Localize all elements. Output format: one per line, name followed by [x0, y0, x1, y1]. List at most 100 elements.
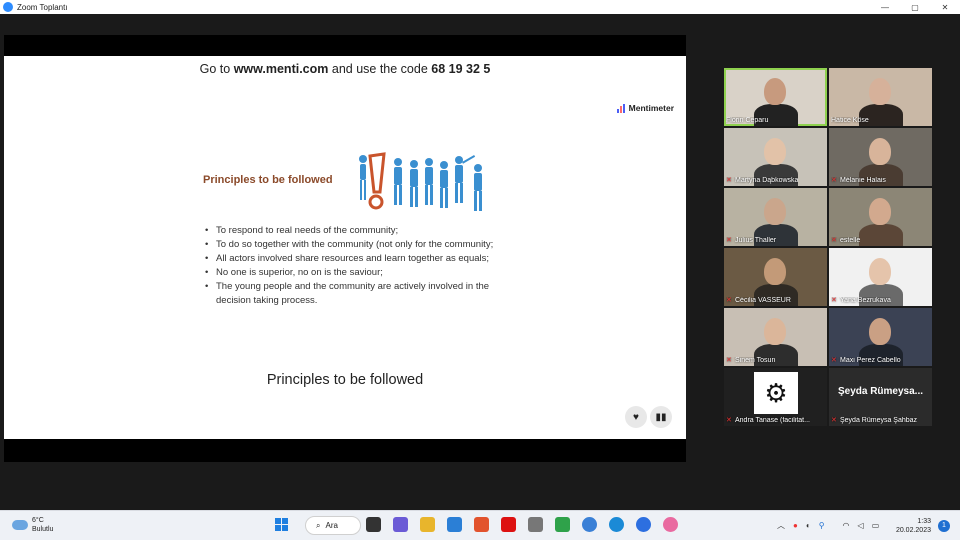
taskbar-app-icon[interactable] [555, 517, 570, 532]
menti-site: www.menti.com [233, 62, 329, 76]
participant-tile[interactable]: ✕ Mélanie Halais [829, 128, 932, 186]
speaker-icon[interactable]: ◁ [858, 521, 864, 530]
muted-mic-icon: ✕ [831, 237, 837, 244]
start-button[interactable] [275, 518, 289, 532]
participant-name-label: ✕ Sinem Tosun [726, 357, 775, 364]
participant-video [859, 224, 903, 246]
participant-tile[interactable]: Şeyda Rümeysa... ✕ Şeyda Rümeysa Şahbaz [829, 368, 932, 426]
participant-face [869, 258, 891, 285]
search-icon: ⌕ [316, 520, 321, 530]
menti-code-line: Go to www.menti.com and use the code 68 … [4, 62, 686, 76]
gear-icon: ⚙ [754, 372, 798, 414]
weather-desc: Bulutlu [32, 526, 54, 533]
participant-face [869, 198, 891, 225]
participant-tile[interactable]: ✕ Cécilia VASSEUR [724, 248, 827, 306]
minimize-button[interactable]: — [870, 0, 900, 14]
wifi-icon[interactable]: ◠ [843, 521, 850, 530]
participant-tile[interactable]: ✕ Martyna Dąbkowska [724, 128, 827, 186]
participant-tile[interactable]: ✕ Sinem Tosun [724, 308, 827, 366]
participant-name: Julius Thaller [735, 237, 777, 244]
participant-face [764, 78, 786, 105]
participant-tile[interactable]: ⚙ ✕ Andra Tanase (facilitat... [724, 368, 827, 426]
participant-name-label: ✕ estelle [831, 237, 860, 244]
weather-widget[interactable]: 6°C Bulutlu [12, 516, 53, 534]
participant-name-label: ✕ Cécilia VASSEUR [726, 297, 791, 304]
participant-name: Hatice Köse [831, 117, 869, 124]
taskbar-app-icon[interactable] [366, 517, 381, 532]
taskbar-app-icon[interactable] [528, 517, 543, 532]
taskbar-app-icon[interactable] [447, 517, 462, 532]
muted-mic-icon: ✕ [726, 417, 732, 424]
clock-time: 1:33 [917, 518, 931, 525]
participant-face [764, 318, 786, 345]
taskbar-app-icon[interactable] [501, 517, 516, 532]
taskbar-app-icon[interactable] [609, 517, 624, 532]
principles-list: To respond to real needs of the communit… [205, 224, 505, 308]
muted-mic-icon: ✕ [831, 357, 837, 364]
participant-name: Maxi Perez Cabello [840, 357, 901, 364]
notification-badge[interactable]: 1 [938, 520, 950, 532]
participant-name-label: Hatice Köse [831, 117, 869, 124]
list-item: To respond to real needs of the communit… [205, 224, 505, 238]
title-bar: Zoom Toplantı — ▢ ✕ [0, 0, 960, 14]
participant-face [764, 198, 786, 225]
taskbar-search[interactable]: ⌕ Ara [305, 516, 361, 535]
participant-face [869, 78, 891, 105]
participant-tile[interactable]: ✕ Julius Thaller [724, 188, 827, 246]
participant-display-name: Şeyda Rümeysa... [837, 386, 924, 397]
participant-face [764, 138, 786, 165]
taskbar-clock[interactable]: 1:33 20.02.2023 [891, 517, 931, 535]
comment-icon: ▮▮ [655, 411, 667, 423]
chevron-up-icon[interactable]: ︿ [777, 520, 785, 531]
participant-tile[interactable]: Hatice Köse [829, 68, 932, 126]
brand-name: Mentimeter [628, 103, 674, 113]
maximize-button[interactable]: ▢ [900, 0, 930, 14]
close-button[interactable]: ✕ [930, 0, 960, 14]
taskbar-app-icon[interactable] [474, 517, 489, 532]
comment-reaction-button[interactable]: ▮▮ [650, 406, 672, 428]
windows-taskbar: 6°C Bulutlu ⌕ Ara ︿ ● ◐ ⚲ ◠ ◁ ▭ 1:33 20.… [0, 510, 960, 540]
participant-name: Sinem Tosun [735, 357, 776, 364]
zoom-app-icon [3, 2, 13, 12]
participant-name-label: ✕ Mélanie Halais [831, 177, 886, 184]
muted-mic-icon: ✕ [831, 417, 837, 424]
participant-tile[interactable]: Florin Ceparu [724, 68, 827, 126]
participant-tile[interactable]: ✕ Yana Bezrukava [829, 248, 932, 306]
participant-face [764, 258, 786, 285]
muted-mic-icon: ✕ [726, 357, 732, 364]
window-title: Zoom Toplantı [17, 2, 68, 12]
participant-name: Andra Tanase (facilitat... [735, 417, 810, 424]
taskbar-app-icon[interactable] [420, 517, 435, 532]
app-tray-icon[interactable]: ◐ [806, 521, 811, 530]
heart-reaction-button[interactable]: ♥ [625, 406, 647, 428]
code-prefix: Go to [199, 62, 234, 76]
heart-icon: ♥ [633, 411, 639, 423]
taskbar-app-icon[interactable] [663, 517, 678, 532]
microphone-icon[interactable]: ⚲ [819, 521, 825, 530]
muted-mic-icon: ✕ [726, 297, 732, 304]
taskbar-app-icon[interactable] [393, 517, 408, 532]
battery-icon[interactable]: ▭ [872, 521, 880, 530]
participant-tile[interactable]: ✕ estelle [829, 188, 932, 246]
cloud-icon [12, 520, 28, 530]
participant-name-label: ✕ Yana Bezrukava [831, 297, 891, 304]
participant-face [869, 318, 891, 345]
search-label: Ara [325, 521, 338, 530]
window-controls: — ▢ ✕ [870, 0, 960, 14]
participant-name: Yana Bezrukava [840, 297, 891, 304]
participant-tile[interactable]: ✕ Maxi Perez Cabello [829, 308, 932, 366]
participant-face [869, 138, 891, 165]
muted-mic-icon: ✕ [831, 297, 837, 304]
list-item: The young people and the community are a… [205, 280, 505, 308]
taskbar-app-icon[interactable] [582, 517, 597, 532]
app-tray-icon[interactable]: ● [793, 521, 798, 530]
taskbar-app-icon[interactable] [636, 517, 651, 532]
code-middle: and use the code [328, 62, 432, 76]
participant-name-label: ✕ Andra Tanase (facilitat... [726, 417, 810, 424]
slide-subtitle: Principles to be followed [4, 372, 686, 388]
list-item: No one is superior, no on is the saviour… [205, 266, 505, 280]
taskbar-apps [366, 517, 690, 532]
mentimeter-bars-icon [616, 103, 626, 113]
participant-name-label: ✕ Maxi Perez Cabello [831, 357, 901, 364]
participant-name: estelle [840, 237, 861, 244]
